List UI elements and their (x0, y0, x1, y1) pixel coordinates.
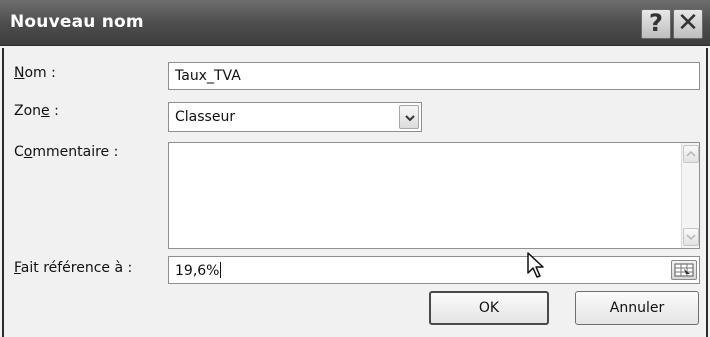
name-label: Nom : (14, 65, 56, 81)
scope-label-accelerator: e (41, 103, 50, 119)
help-icon: ? (649, 9, 663, 37)
close-icon: ✕ (677, 8, 699, 38)
chevron-up-icon (686, 150, 696, 157)
range-select-icon (674, 263, 694, 277)
text-caret (220, 262, 222, 278)
comment-label-prefix: C (14, 144, 24, 160)
refers-to-field[interactable]: 19,6% (168, 256, 700, 284)
comment-label-suffix: mmentaire : (32, 144, 119, 160)
comment-label: Commentaire : (14, 144, 118, 160)
scroll-up-button[interactable] (683, 145, 699, 163)
arrow-cursor-icon (527, 252, 544, 278)
dialog-title: Nouveau nom (10, 12, 144, 32)
scope-label-prefix: Zon (14, 103, 42, 119)
scope-select[interactable]: Classeur (168, 102, 422, 132)
chevron-down-icon (405, 115, 415, 122)
new-name-dialog: Nouveau nom ? ✕ Nom : Taux_TVA Zone : Cl… (0, 0, 710, 337)
scope-label: Zone : (14, 103, 59, 119)
name-label-accelerator: N (14, 65, 25, 81)
close-button[interactable]: ✕ (673, 9, 703, 39)
name-field[interactable]: Taux_TVA (168, 62, 700, 90)
scope-label-suffix: : (49, 103, 59, 119)
refers-to-label-accelerator: F (14, 260, 21, 276)
help-button[interactable]: ? (641, 9, 671, 39)
chevron-down-icon (686, 234, 696, 241)
refers-to-text: 19,6% (175, 263, 220, 279)
name-label-text: om : (24, 65, 56, 81)
title-bar[interactable]: Nouveau nom ? ✕ (0, 0, 710, 46)
name-field-value: Taux_TVA (175, 68, 241, 84)
refers-to-label-text: ait référence à : (20, 260, 133, 276)
scope-select-value: Classeur (175, 109, 236, 125)
scroll-down-button[interactable] (683, 228, 699, 246)
dialog-body: Nom : Taux_TVA Zone : Classeur Commentai… (2, 48, 708, 337)
refers-to-value: 19,6% (175, 262, 222, 279)
comment-textarea[interactable] (168, 142, 700, 249)
refers-to-label: Fait référence à : (14, 260, 132, 276)
range-picker-button[interactable] (671, 260, 697, 280)
scope-dropdown-button[interactable] (399, 105, 419, 129)
cancel-button[interactable]: Annuler (575, 291, 699, 325)
comment-scrollbar[interactable] (681, 143, 699, 248)
ok-button[interactable]: OK (429, 291, 549, 325)
